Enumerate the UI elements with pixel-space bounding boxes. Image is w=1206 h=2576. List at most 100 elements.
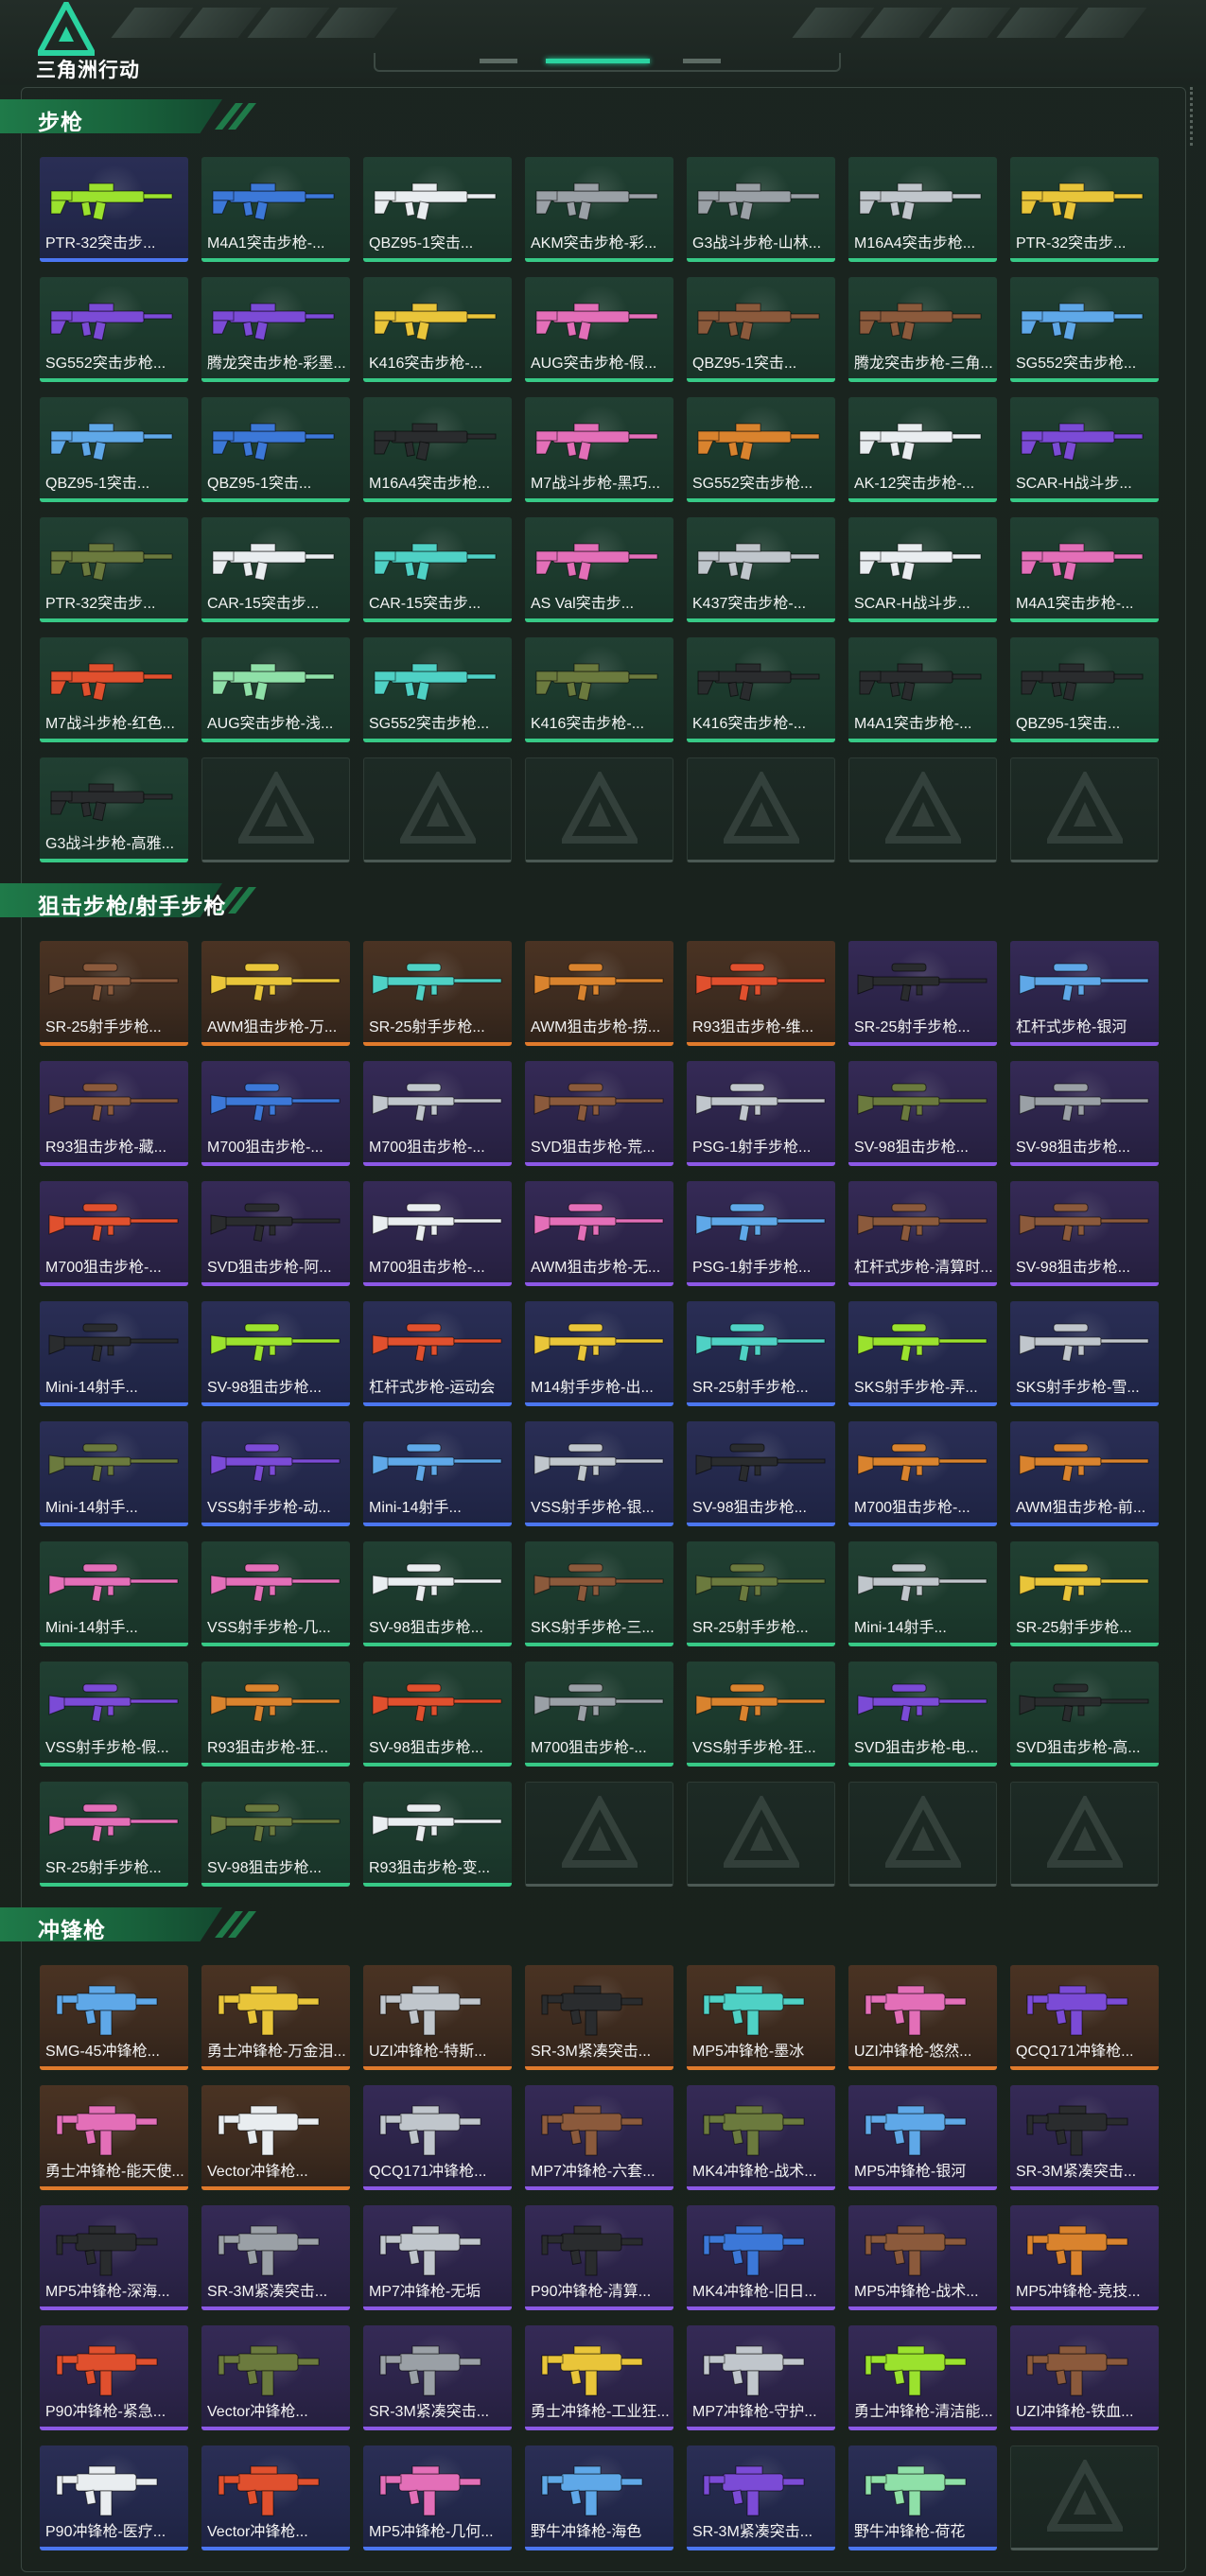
weapon-skin-card[interactable]: MP7冲锋枪-守护...: [687, 2325, 835, 2430]
weapon-skin-card[interactable]: 腾龙突击步枪-彩墨...: [201, 277, 350, 382]
weapon-skin-card[interactable]: VSS射手步枪-几...: [201, 1541, 350, 1646]
weapon-skin-card[interactable]: VSS射手步枪-假...: [40, 1662, 188, 1767]
weapon-skin-card[interactable]: AWM狙击步枪-捞...: [525, 941, 673, 1046]
weapon-skin-card[interactable]: SV-98狙击步枪...: [201, 1782, 350, 1887]
weapon-skin-card[interactable]: SCAR-H战斗步...: [1010, 397, 1159, 502]
weapon-skin-card[interactable]: SG552突击步枪...: [1010, 277, 1159, 382]
weapon-skin-card[interactable]: VSS射手步枪-动...: [201, 1421, 350, 1526]
weapon-skin-card[interactable]: R93狙击步枪-狂...: [201, 1662, 350, 1767]
weapon-skin-card[interactable]: MK4冲锋枪-战术...: [687, 2085, 835, 2190]
weapon-skin-card[interactable]: SV-98狙击步枪...: [848, 1061, 997, 1166]
weapon-skin-card[interactable]: SR-3M紧凑突击...: [363, 2325, 512, 2430]
weapon-skin-card[interactable]: 勇士冲锋枪-能天使...: [40, 2085, 188, 2190]
weapon-skin-card[interactable]: QBZ95-1突击...: [1010, 637, 1159, 742]
weapon-skin-card[interactable]: M700狙击步枪-...: [363, 1061, 512, 1166]
weapon-skin-card[interactable]: SMG-45冲锋枪...: [40, 1965, 188, 2070]
weapon-skin-card[interactable]: SVD狙击步枪-阿...: [201, 1181, 350, 1286]
weapon-skin-card[interactable]: CAR-15突击步...: [201, 517, 350, 622]
weapon-skin-card[interactable]: SV-98狙击步枪...: [687, 1421, 835, 1526]
weapon-skin-card[interactable]: M4A1突击步枪-...: [848, 637, 997, 742]
weapon-skin-card[interactable]: P90冲锋枪-医疗...: [40, 2445, 188, 2550]
weapon-skin-card[interactable]: AS Val突击步...: [525, 517, 673, 622]
weapon-skin-card[interactable]: P90冲锋枪-清算...: [525, 2205, 673, 2310]
weapon-skin-card[interactable]: 杠杆式步枪-运动会: [363, 1301, 512, 1406]
weapon-skin-card[interactable]: SR-25射手步枪...: [687, 1541, 835, 1646]
weapon-skin-card[interactable]: MP5冲锋枪-深海...: [40, 2205, 188, 2310]
weapon-skin-card[interactable]: SKS射手步枪-雪...: [1010, 1301, 1159, 1406]
weapon-skin-card[interactable]: SG552突击步枪...: [687, 397, 835, 502]
weapon-skin-card[interactable]: M700狙击步枪-...: [525, 1662, 673, 1767]
weapon-skin-card[interactable]: SR-3M紧凑突击...: [687, 2445, 835, 2550]
weapon-skin-card[interactable]: SKS射手步枪-弄...: [848, 1301, 997, 1406]
weapon-skin-card[interactable]: 勇士冲锋枪-万金泪...: [201, 1965, 350, 2070]
weapon-skin-card[interactable]: M700狙击步枪-...: [848, 1421, 997, 1526]
weapon-skin-card[interactable]: QBZ95-1突击...: [40, 397, 188, 502]
weapon-skin-card[interactable]: AKM突击步枪-彩...: [525, 157, 673, 262]
weapon-skin-card[interactable]: 杠杆式步枪-银河: [1010, 941, 1159, 1046]
weapon-skin-card[interactable]: AUG突击步枪-假...: [525, 277, 673, 382]
weapon-skin-card[interactable]: M4A1突击步枪-...: [201, 157, 350, 262]
weapon-skin-card[interactable]: MP5冲锋枪-竞技...: [1010, 2205, 1159, 2310]
weapon-skin-card[interactable]: SR-25射手步枪...: [40, 941, 188, 1046]
weapon-skin-card[interactable]: Mini-14射手...: [40, 1421, 188, 1526]
weapon-skin-card[interactable]: K416突击步枪-...: [363, 277, 512, 382]
weapon-skin-card[interactable]: SKS射手步枪-三...: [525, 1541, 673, 1646]
weapon-skin-card[interactable]: SR-25射手步枪...: [363, 941, 512, 1046]
weapon-skin-card[interactable]: SR-3M紧凑突击...: [201, 2205, 350, 2310]
weapon-skin-card[interactable]: PSG-1射手步枪...: [687, 1061, 835, 1166]
weapon-skin-card[interactable]: SG552突击步枪...: [40, 277, 188, 382]
weapon-skin-card[interactable]: CAR-15突击步...: [363, 517, 512, 622]
weapon-skin-card[interactable]: M700狙击步枪-...: [201, 1061, 350, 1166]
weapon-skin-card[interactable]: MP5冲锋枪-墨冰: [687, 1965, 835, 2070]
weapon-skin-card[interactable]: M16A4突击步枪...: [848, 157, 997, 262]
weapon-skin-card[interactable]: 杠杆式步枪-清算时...: [848, 1181, 997, 1286]
weapon-skin-card[interactable]: R93狙击步枪-变...: [363, 1782, 512, 1887]
weapon-skin-card[interactable]: SV-98狙击步枪...: [363, 1662, 512, 1767]
weapon-skin-card[interactable]: SV-98狙击步枪...: [1010, 1061, 1159, 1166]
weapon-skin-card[interactable]: K437突击步枪-...: [687, 517, 835, 622]
weapon-skin-card[interactable]: MP5冲锋枪-银河: [848, 2085, 997, 2190]
weapon-skin-card[interactable]: MP5冲锋枪-战术...: [848, 2205, 997, 2310]
weapon-skin-card[interactable]: SR-25射手步枪...: [687, 1301, 835, 1406]
weapon-skin-card[interactable]: Mini-14射手...: [363, 1421, 512, 1526]
weapon-skin-card[interactable]: 腾龙突击步枪-三角...: [848, 277, 997, 382]
weapon-skin-card[interactable]: SVD狙击步枪-荒...: [525, 1061, 673, 1166]
weapon-skin-card[interactable]: 勇士冲锋枪-清洁能...: [848, 2325, 997, 2430]
weapon-skin-card[interactable]: M4A1突击步枪-...: [1010, 517, 1159, 622]
weapon-skin-card[interactable]: 野牛冲锋枪-荷花: [848, 2445, 997, 2550]
weapon-skin-card[interactable]: QCQ171冲锋枪...: [1010, 1965, 1159, 2070]
weapon-skin-card[interactable]: PTR-32突击步...: [40, 517, 188, 622]
weapon-skin-card[interactable]: Mini-14射手...: [40, 1301, 188, 1406]
weapon-skin-card[interactable]: M700狙击步枪-...: [363, 1181, 512, 1286]
weapon-skin-card[interactable]: SV-98狙击步枪...: [201, 1301, 350, 1406]
weapon-skin-card[interactable]: UZI冲锋枪-铁血...: [1010, 2325, 1159, 2430]
weapon-skin-card[interactable]: UZI冲锋枪-特斯...: [363, 1965, 512, 2070]
weapon-skin-card[interactable]: UZI冲锋枪-悠然...: [848, 1965, 997, 2070]
weapon-skin-card[interactable]: M7战斗步枪-黑巧...: [525, 397, 673, 502]
weapon-skin-card[interactable]: G3战斗步枪-高雅...: [40, 757, 188, 862]
weapon-skin-card[interactable]: SR-25射手步枪...: [1010, 1541, 1159, 1646]
weapon-skin-card[interactable]: SV-98狙击步枪...: [1010, 1181, 1159, 1286]
weapon-skin-card[interactable]: VSS射手步枪-狂...: [687, 1662, 835, 1767]
weapon-skin-card[interactable]: SR-25射手步枪...: [40, 1782, 188, 1887]
weapon-skin-card[interactable]: R93狙击步枪-藏...: [40, 1061, 188, 1166]
weapon-skin-card[interactable]: AWM狙击步枪-前...: [1010, 1421, 1159, 1526]
weapon-skin-card[interactable]: PTR-32突击步...: [40, 157, 188, 262]
weapon-skin-card[interactable]: R93狙击步枪-维...: [687, 941, 835, 1046]
weapon-skin-card[interactable]: 野牛冲锋枪-海色: [525, 2445, 673, 2550]
weapon-skin-card[interactable]: AWM狙击步枪-万...: [201, 941, 350, 1046]
weapon-skin-card[interactable]: M700狙击步枪-...: [40, 1181, 188, 1286]
weapon-skin-card[interactable]: AUG突击步枪-浅...: [201, 637, 350, 742]
weapon-skin-card[interactable]: G3战斗步枪-山林...: [687, 157, 835, 262]
weapon-skin-card[interactable]: Vector冲锋枪...: [201, 2085, 350, 2190]
weapon-skin-card[interactable]: M16A4突击步枪...: [363, 397, 512, 502]
weapon-skin-card[interactable]: SV-98狙击步枪...: [363, 1541, 512, 1646]
weapon-skin-card[interactable]: SR-25射手步枪...: [848, 941, 997, 1046]
weapon-skin-card[interactable]: SCAR-H战斗步...: [848, 517, 997, 622]
weapon-skin-card[interactable]: PTR-32突击步...: [1010, 157, 1159, 262]
weapon-skin-card[interactable]: SR-3M紧凑突击...: [525, 1965, 673, 2070]
weapon-skin-card[interactable]: QBZ95-1突击...: [363, 157, 512, 262]
weapon-skin-card[interactable]: 勇士冲锋枪-工业狂...: [525, 2325, 673, 2430]
weapon-skin-card[interactable]: Vector冲锋枪...: [201, 2325, 350, 2430]
weapon-skin-card[interactable]: SVD狙击步枪-电...: [848, 1662, 997, 1767]
